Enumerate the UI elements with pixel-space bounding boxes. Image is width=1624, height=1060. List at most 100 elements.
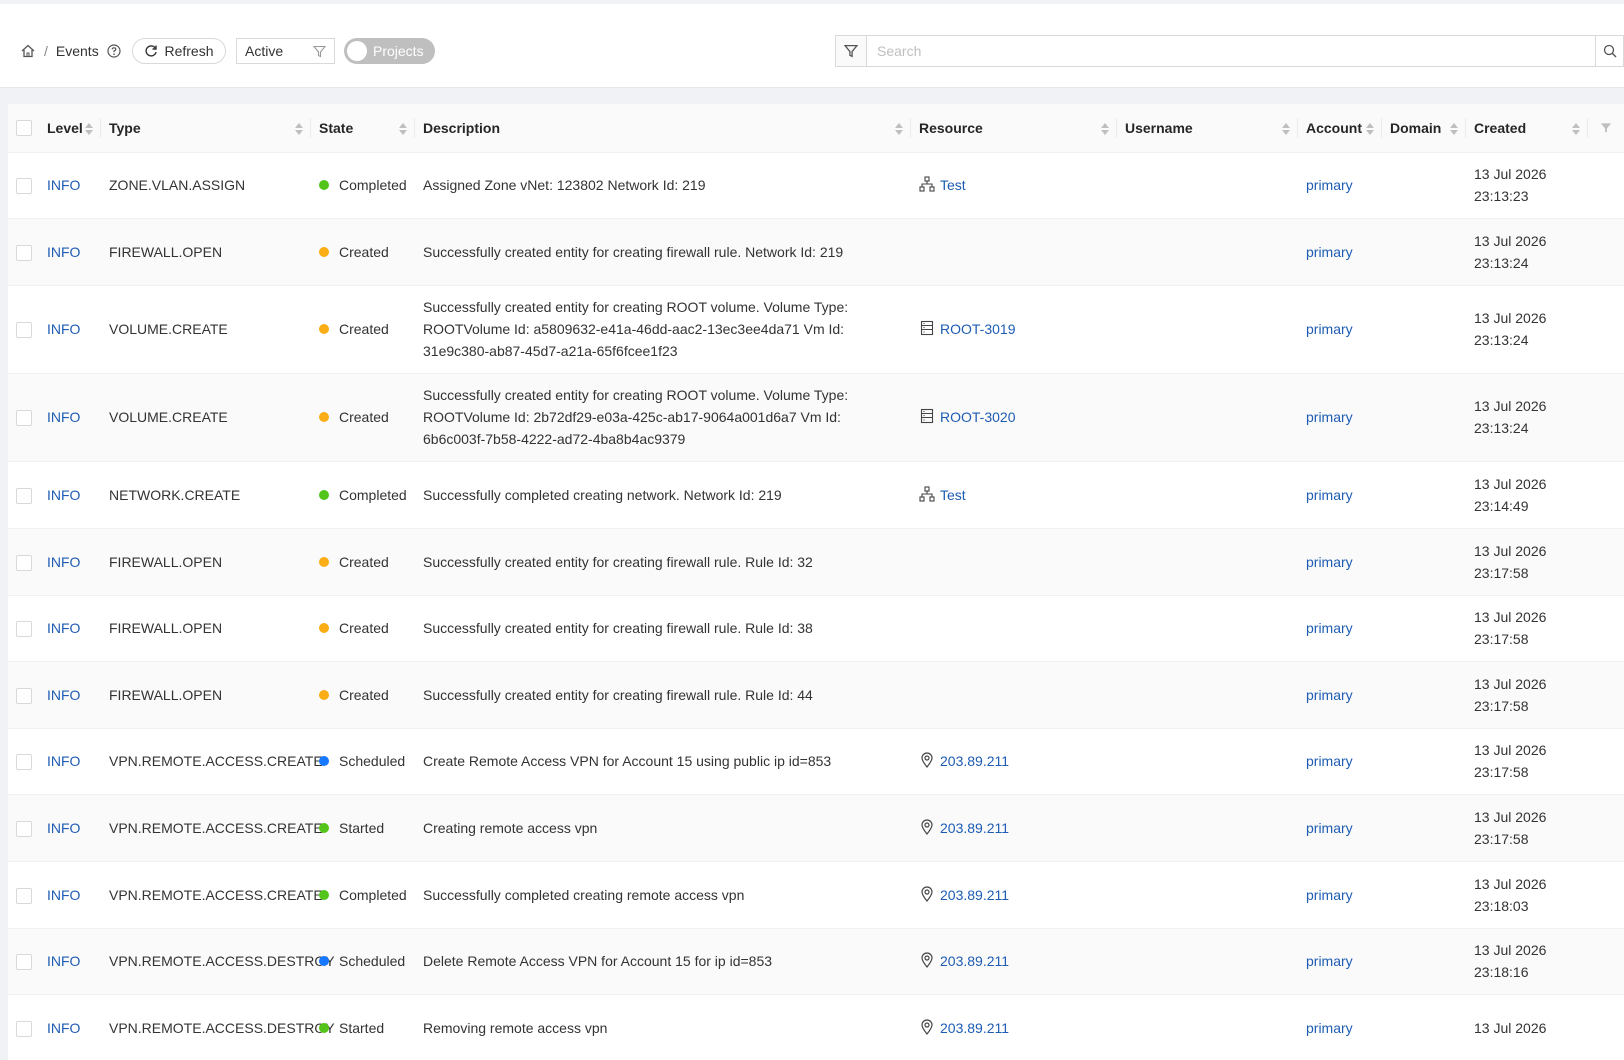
row-checkbox[interactable]: [16, 322, 32, 339]
row-checkbox[interactable]: [16, 244, 32, 261]
table-row[interactable]: INFO FIREWALL.OPEN Created Successfully cre…: [8, 528, 1624, 596]
account-link[interactable]: primary: [1306, 687, 1353, 703]
sort-icon[interactable]: [1101, 122, 1109, 135]
resource-link[interactable]: ROOT-3019: [940, 321, 1015, 337]
account-link[interactable]: primary: [1306, 177, 1353, 193]
level-link[interactable]: INFO: [47, 820, 80, 836]
created-time: 23:17:58: [1474, 564, 1529, 581]
sort-icon[interactable]: [85, 122, 93, 135]
account-link[interactable]: primary: [1306, 820, 1353, 836]
table-row[interactable]: INFO FIREWALL.OPEN Created Successfully cre…: [8, 595, 1624, 662]
column-header-account[interactable]: Account: [1298, 104, 1382, 153]
resource-link[interactable]: Test: [940, 487, 966, 503]
sort-icon[interactable]: [399, 122, 407, 135]
row-checkbox[interactable]: [16, 754, 32, 771]
status-dot: [319, 689, 329, 700]
table-row[interactable]: INFO VPN.REMOTE.ACCESS.DESTROY Scheduled De…: [8, 928, 1624, 995]
account-link[interactable]: primary: [1306, 554, 1353, 570]
table-row[interactable]: INFO ZONE.VLAN.ASSIGN Completed Assigned Zo…: [8, 152, 1624, 219]
level-link[interactable]: INFO: [47, 687, 80, 703]
account-link[interactable]: primary: [1306, 409, 1353, 425]
level-link[interactable]: INFO: [47, 887, 80, 903]
row-checkbox[interactable]: [16, 820, 32, 837]
table-row[interactable]: INFO VPN.REMOTE.ACCESS.DESTROY Started Remo…: [8, 994, 1624, 1060]
column-header-resource[interactable]: Resource: [911, 104, 1117, 153]
level-link[interactable]: INFO: [47, 620, 80, 636]
account-cell: primary: [1298, 794, 1382, 862]
table-row[interactable]: INFO VOLUME.CREATE Created Successfully cre…: [8, 285, 1624, 374]
column-header-level[interactable]: Level: [39, 104, 101, 153]
account-link[interactable]: primary: [1306, 620, 1353, 636]
table-row[interactable]: INFO FIREWALL.OPEN Created Successfully cre…: [8, 218, 1624, 286]
account-link[interactable]: primary: [1306, 321, 1353, 337]
level-link[interactable]: INFO: [47, 554, 80, 570]
column-header-type[interactable]: Type: [101, 104, 311, 153]
status-dot: [319, 1022, 329, 1033]
level-link[interactable]: INFO: [47, 177, 80, 193]
sort-icon[interactable]: [1366, 122, 1374, 135]
account-link[interactable]: primary: [1306, 887, 1353, 903]
select-all-checkbox[interactable]: [16, 120, 32, 137]
search-input[interactable]: [867, 35, 1596, 67]
table-row[interactable]: INFO VPN.REMOTE.ACCESS.CREATE Scheduled Cre…: [8, 728, 1624, 795]
row-checkbox[interactable]: [16, 487, 32, 504]
sort-icon[interactable]: [895, 122, 903, 135]
row-checkbox[interactable]: [16, 410, 32, 427]
column-header-description[interactable]: Description: [415, 104, 911, 153]
level-link[interactable]: INFO: [47, 953, 80, 969]
row-checkbox[interactable]: [16, 178, 32, 195]
home-icon[interactable]: [20, 43, 36, 59]
sort-icon[interactable]: [1282, 122, 1290, 135]
state-filter-select[interactable]: Active: [236, 38, 335, 64]
description-cell: Assigned Zone vNet: 123802 Network Id: 2…: [415, 152, 911, 219]
column-header-state[interactable]: State: [311, 104, 415, 153]
sort-icon[interactable]: [1572, 122, 1580, 135]
level-link[interactable]: INFO: [47, 321, 80, 337]
table-row[interactable]: INFO VPN.REMOTE.ACCESS.CREATE Completed Suc…: [8, 861, 1624, 929]
column-header-created[interactable]: Created: [1466, 104, 1588, 153]
domain-cell: [1382, 595, 1466, 662]
projects-toggle[interactable]: Projects: [344, 38, 435, 64]
level-link[interactable]: INFO: [47, 487, 80, 503]
row-checkbox[interactable]: [16, 621, 32, 638]
account-link[interactable]: primary: [1306, 753, 1353, 769]
resource-link[interactable]: 203.89.211: [940, 887, 1009, 903]
table-row[interactable]: INFO VPN.REMOTE.ACCESS.CREATE Started Creat…: [8, 794, 1624, 862]
refresh-button[interactable]: Refresh: [132, 38, 226, 64]
level-link[interactable]: INFO: [47, 409, 80, 425]
question-circle-icon[interactable]: [107, 44, 121, 58]
row-checkbox[interactable]: [16, 954, 32, 971]
account-link[interactable]: primary: [1306, 487, 1353, 503]
account-cell: primary: [1298, 285, 1382, 374]
level-link[interactable]: INFO: [47, 244, 80, 260]
table-row[interactable]: INFO VOLUME.CREATE Created Successfully cre…: [8, 373, 1624, 462]
level-cell: INFO: [39, 528, 101, 596]
column-header-domain[interactable]: Domain: [1382, 104, 1466, 153]
breadcrumb: / Events: [20, 40, 121, 62]
account-link[interactable]: primary: [1306, 953, 1353, 969]
row-checkbox[interactable]: [16, 554, 32, 571]
level-link[interactable]: INFO: [47, 753, 80, 769]
resource-link[interactable]: ROOT-3020: [940, 409, 1015, 425]
resource-link[interactable]: 203.89.211: [940, 820, 1009, 836]
row-checkbox[interactable]: [16, 1020, 32, 1037]
resource-link[interactable]: 203.89.211: [940, 953, 1009, 969]
account-cell: primary: [1298, 528, 1382, 596]
account-link[interactable]: primary: [1306, 1020, 1353, 1036]
filter-icon[interactable]: [1600, 122, 1612, 134]
account-link[interactable]: primary: [1306, 244, 1353, 260]
table-row[interactable]: INFO NETWORK.CREATE Completed Successfully …: [8, 461, 1624, 529]
resource-link[interactable]: 203.89.211: [940, 1020, 1009, 1036]
status-dot: [319, 956, 329, 967]
search-filter-button[interactable]: [835, 35, 867, 67]
resource-link[interactable]: 203.89.211: [940, 753, 1009, 769]
row-checkbox[interactable]: [16, 887, 32, 904]
row-checkbox[interactable]: [16, 687, 32, 704]
table-row[interactable]: INFO FIREWALL.OPEN Created Successfully cre…: [8, 661, 1624, 729]
column-header-username[interactable]: Username: [1117, 104, 1298, 153]
resource-link[interactable]: Test: [940, 177, 966, 193]
level-link[interactable]: INFO: [47, 1020, 80, 1036]
sort-icon[interactable]: [295, 122, 303, 135]
search-button[interactable]: [1596, 35, 1624, 67]
sort-icon[interactable]: [1450, 122, 1458, 135]
